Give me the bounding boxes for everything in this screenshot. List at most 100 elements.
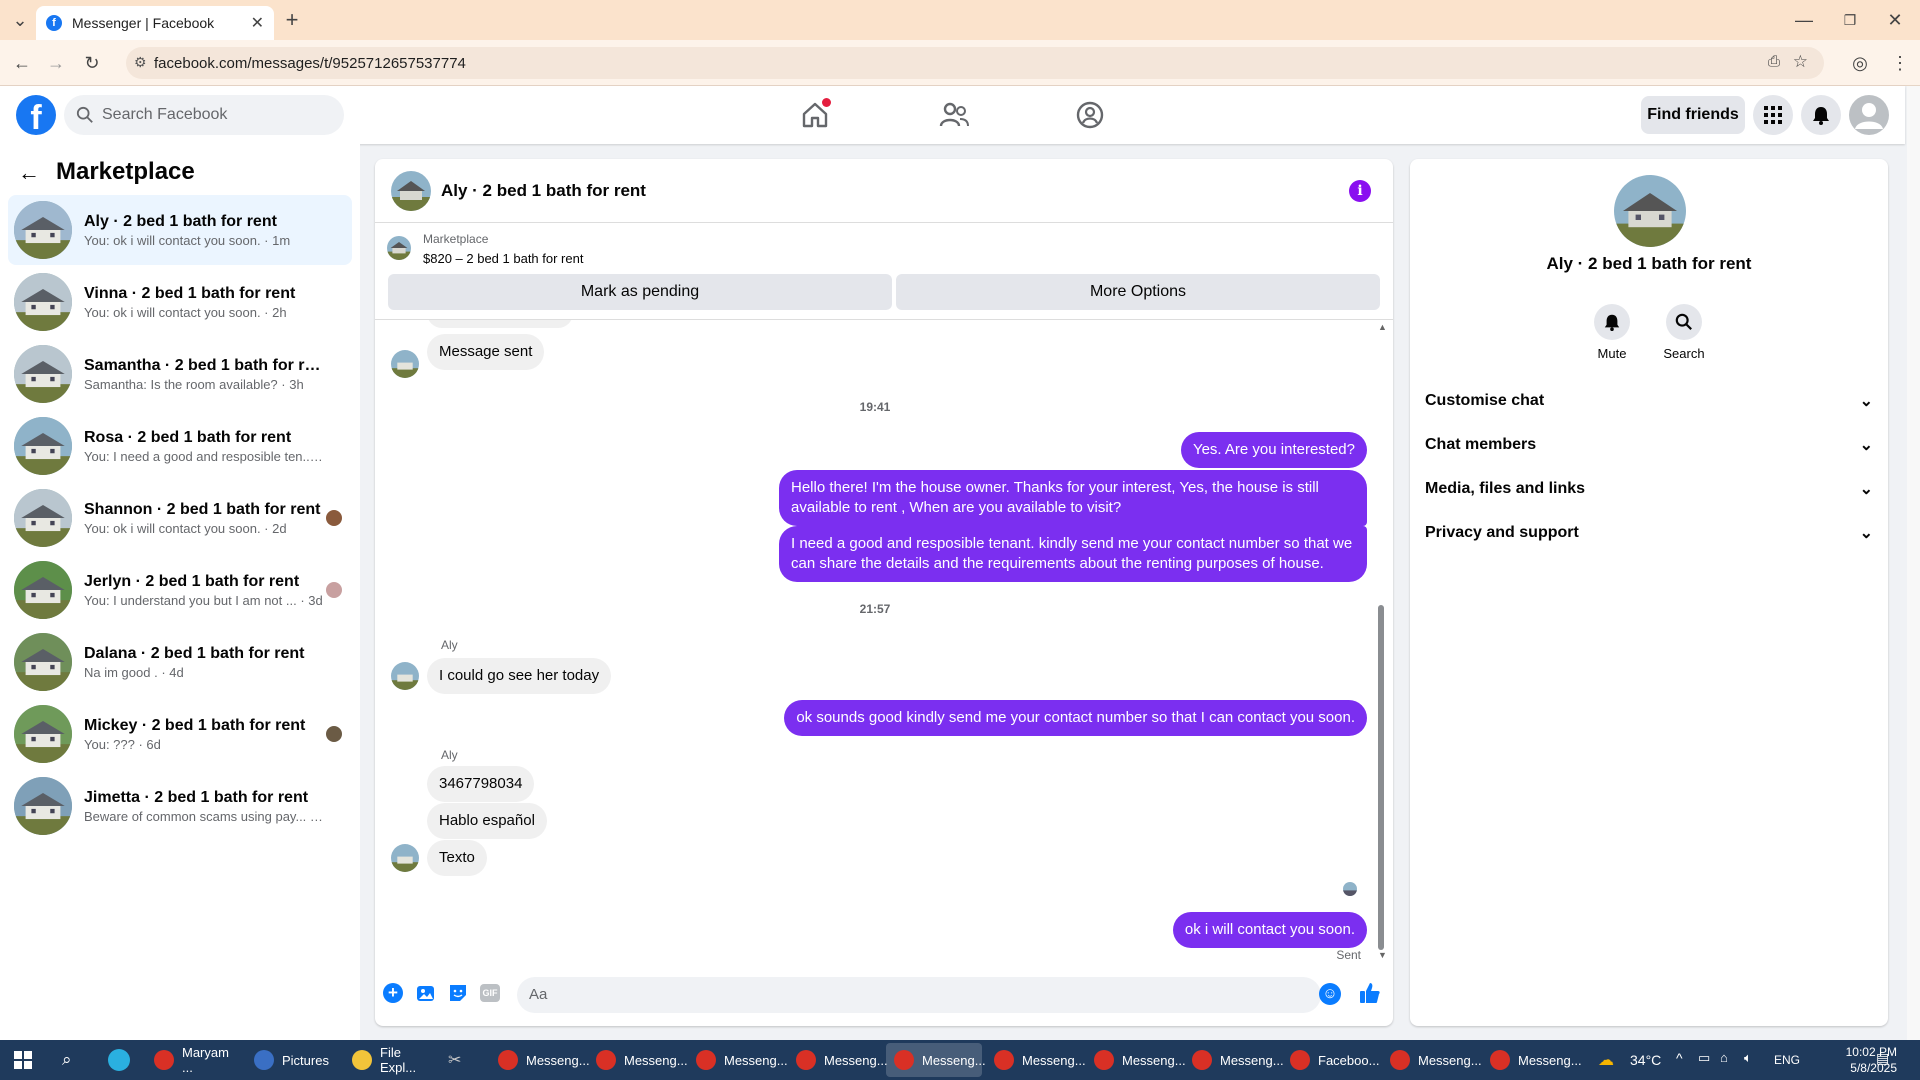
account-avatar[interactable] — [1849, 95, 1889, 135]
bookmark-star-icon[interactable]: ☆ — [1793, 52, 1808, 72]
weather-temp[interactable]: 34°C — [1630, 1052, 1661, 1068]
search-icon — [1666, 304, 1702, 340]
app-icon — [1192, 1050, 1212, 1070]
restore-icon[interactable]: ❐ — [1834, 4, 1866, 36]
install-app-icon[interactable]: ⎙ — [1768, 53, 1780, 70]
new-tab-icon[interactable]: + — [276, 4, 308, 36]
site-info-icon[interactable]: ⚙ — [134, 54, 147, 71]
message-bubble[interactable]: Message sent — [427, 334, 545, 370]
scroll-up-icon[interactable]: ▲ — [1378, 322, 1387, 332]
language-indicator[interactable]: ENG — [1774, 1053, 1800, 1067]
groups-nav-icon[interactable] — [1075, 100, 1105, 130]
listing-thumbnail[interactable] — [387, 236, 411, 260]
chat-members-section[interactable]: Chat members ⌄ — [1425, 425, 1873, 465]
message-bubble-own[interactable]: Hello there! I'm the house owner. Thanks… — [779, 470, 1367, 526]
close-window-icon[interactable]: ✕ — [1879, 4, 1911, 36]
taskbar-app-label: Faceboo... — [1318, 1052, 1380, 1068]
conversation-item[interactable]: Jimetta · 2 bed 1 bath for rent Beware of… — [8, 771, 352, 841]
info-icon[interactable]: i — [1349, 180, 1371, 202]
media-files-links-section[interactable]: Media, files and links ⌄ — [1425, 469, 1873, 509]
page-scrollbar[interactable] — [1907, 86, 1920, 1040]
search-conversation-button[interactable]: Search — [1654, 304, 1714, 361]
attach-photo-icon[interactable] — [416, 983, 436, 1003]
conversation-name: Aly · 2 bed 1 bath for rent — [84, 212, 277, 230]
taskbar-app-button[interactable]: Faceboo... — [1282, 1043, 1380, 1077]
like-thumb-icon[interactable] — [1358, 981, 1382, 1005]
message-input[interactable]: Aa — [517, 977, 1321, 1013]
chat-header[interactable]: Aly · 2 bed 1 bath for rent — [375, 159, 1393, 223]
taskbar-app-button[interactable]: Messeng... — [886, 1043, 986, 1077]
chevron-down-icon: ⌄ — [1859, 437, 1873, 454]
taskbar-app-button[interactable]: Messeng... — [1382, 1043, 1482, 1077]
taskbar-app-button[interactable]: Messeng... — [588, 1043, 688, 1077]
sticker-icon[interactable] — [448, 983, 468, 1003]
facebook-logo-icon[interactable]: f — [16, 95, 56, 137]
taskbar-app-button[interactable]: Messeng... — [1184, 1043, 1284, 1077]
scroll-down-icon[interactable]: ▼ — [1378, 950, 1387, 960]
tab-search-icon[interactable]: ⌄ — [4, 4, 36, 36]
tray-chevron-icon[interactable]: ^ — [1676, 1050, 1683, 1066]
privacy-support-section[interactable]: Privacy and support ⌄ — [1425, 513, 1873, 553]
taskbar-search-icon[interactable]: ⌕ — [62, 1050, 72, 1070]
mark-as-pending-button[interactable]: Mark as pending — [388, 274, 892, 310]
reload-icon[interactable]: ↻ — [76, 47, 108, 79]
menu-grid-icon[interactable] — [1753, 95, 1793, 135]
taskbar-app-button[interactable]: Messeng... — [986, 1043, 1086, 1077]
forward-icon[interactable]: → — [40, 47, 72, 79]
chat-scrollbar[interactable] — [1378, 605, 1384, 950]
conversation-item[interactable]: Aly · 2 bed 1 bath for rent You: ok i wil… — [8, 195, 352, 265]
close-tab-icon[interactable]: ✕ — [251, 13, 264, 33]
conversation-item[interactable]: Samantha · 2 bed 1 bath for rent Samantha… — [8, 339, 352, 409]
message-bubble[interactable]: I could go see her today — [427, 658, 612, 694]
back-icon[interactable]: ← — [6, 47, 38, 79]
more-options-button[interactable]: More Options — [896, 274, 1380, 310]
taskbar-app-button[interactable]: Messeng... — [788, 1043, 888, 1077]
mute-button[interactable]: Mute — [1582, 304, 1642, 361]
customise-chat-section[interactable]: Customise chat ⌄ — [1425, 381, 1873, 421]
more-actions-plus-icon[interactable]: + — [383, 983, 403, 1003]
listing-price[interactable]: $820 – 2 bed 1 bath for rent — [423, 251, 583, 266]
conversation-item[interactable]: Jerlyn · 2 bed 1 bath for rent You: I und… — [8, 555, 352, 625]
taskbar-app-button[interactable]: Pictures — [246, 1043, 342, 1077]
back-arrow-icon[interactable]: ← — [18, 160, 40, 186]
conversation-item[interactable]: Rosa · 2 bed 1 bath for rent You: I need … — [8, 411, 352, 481]
network-icon[interactable]: ⌂ — [1720, 1050, 1728, 1065]
conversation-item[interactable]: Dalana · 2 bed 1 bath for rent Na im good… — [8, 627, 352, 697]
taskbar-app-button[interactable]: Messeng... — [490, 1043, 590, 1077]
taskbar-app-button[interactable]: Messeng... — [1086, 1043, 1186, 1077]
windows-start-icon[interactable] — [14, 1051, 32, 1069]
message-bubble-own[interactable]: Yes. Are you interested? — [1180, 432, 1367, 468]
message-bubble[interactable]: Hablo español — [427, 803, 547, 839]
volume-icon[interactable]: 🔈︎ — [1744, 1050, 1752, 1066]
minimize-icon[interactable]: — — [1788, 4, 1820, 36]
message-bubble[interactable]: 3467798034 — [427, 766, 535, 802]
message-bubble-own[interactable]: ok sounds good kindly send me your conta… — [784, 700, 1367, 736]
find-friends-button[interactable]: Find friends — [1641, 96, 1745, 134]
conversation-item[interactable]: Mickey · 2 bed 1 bath for rent You: ??? ·… — [8, 699, 352, 769]
taskbar-app-button[interactable]: Messeng... — [1482, 1043, 1582, 1077]
facebook-search-input[interactable]: Search Facebook — [64, 95, 344, 135]
notifications-bell-icon[interactable] — [1801, 95, 1841, 135]
notification-center-icon[interactable]: ▤ — [1876, 1050, 1889, 1067]
gif-icon[interactable]: GIF — [480, 984, 500, 1002]
snipping-tool-icon[interactable]: ✂ — [448, 1050, 461, 1070]
message-bubble-own[interactable]: I need a good and resposible tenant. kin… — [779, 526, 1367, 582]
address-bar[interactable]: ⚙ facebook.com/messages/t/95257126575377… — [126, 47, 1824, 79]
message-bubble[interactable]: Texto — [427, 840, 487, 876]
home-nav-icon[interactable] — [800, 98, 831, 130]
browser-menu-icon[interactable]: ⋮ — [1884, 47, 1916, 79]
emoji-icon[interactable]: ☺ — [1319, 983, 1341, 1005]
browser-tab[interactable]: f Messenger | Facebook ✕ — [36, 6, 274, 40]
conversation-item[interactable]: Vinna · 2 bed 1 bath for rent You: ok i w… — [8, 267, 352, 337]
weather-icon: ☁ — [1598, 1052, 1614, 1069]
edge-browser-icon[interactable] — [108, 1049, 130, 1071]
taskbar-app-label: Messeng... — [624, 1052, 688, 1068]
conversation-item[interactable]: Shannon · 2 bed 1 bath for rent You: ok i… — [8, 483, 352, 553]
tray-meet-icon[interactable]: ▭ — [1698, 1050, 1710, 1066]
friends-nav-icon[interactable] — [938, 100, 970, 130]
taskbar-app-button[interactable]: Maryam ... — [146, 1043, 242, 1077]
taskbar-app-button[interactable]: Messeng... — [688, 1043, 788, 1077]
message-bubble-own[interactable]: ok i will contact you soon. — [1172, 912, 1367, 948]
profile-icon[interactable]: ◎ — [1844, 47, 1876, 79]
taskbar-app-button[interactable]: File Expl... — [344, 1043, 440, 1077]
